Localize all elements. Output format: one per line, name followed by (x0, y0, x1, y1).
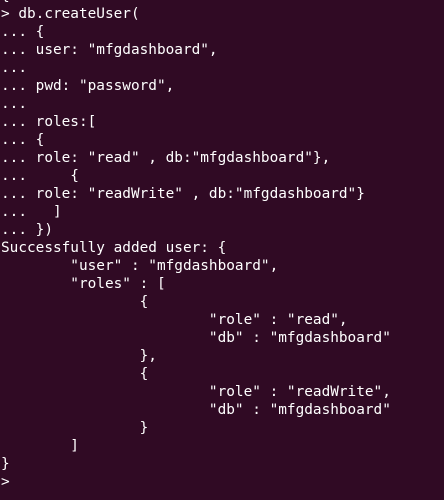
result-line: { (1, 366, 149, 382)
continuation-line: ... role: "read" , db:"mfgdashboard"}, (1, 150, 331, 166)
text-cursor (18, 473, 26, 488)
continuation-line: ... role: "readWrite" , db:"mfgdashboard… (1, 186, 365, 202)
continuation-line: ... pwd: "password", (1, 78, 175, 94)
shell-prompt: > (1, 474, 19, 490)
continuation-line: ... (1, 96, 27, 112)
result-line: { (1, 294, 149, 310)
prompt-line[interactable]: > (1, 473, 391, 491)
continuation-line: ... ] (1, 204, 62, 220)
result-line: "role" : "readWrite", (1, 384, 391, 400)
result-line: "roles" : [ (1, 276, 166, 292)
continuation-line: ... { (1, 168, 79, 184)
result-line: "user" : "mfgdashboard", (1, 258, 279, 274)
terminal-output: {... > db.createUser( ... { ... user: "m… (1, 0, 391, 491)
result-line: ] (1, 438, 79, 454)
terminal-window[interactable]: {... > db.createUser( ... { ... user: "m… (0, 0, 444, 500)
continuation-line: ... roles:[ (1, 114, 97, 130)
continuation-line: ... { (1, 24, 45, 40)
continuation-line: ... (1, 60, 27, 76)
command-line: > db.createUser( (1, 6, 140, 22)
result-line: } (1, 420, 149, 436)
continuation-line: ... { (1, 132, 45, 148)
result-line: "role" : "read", (1, 312, 348, 328)
result-line: "db" : "mfgdashboard" (1, 330, 391, 346)
result-line: }, (1, 348, 157, 364)
result-line: "db" : "mfgdashboard" (1, 402, 391, 418)
result-line: } (1, 456, 10, 472)
continuation-line: ... user: "mfgdashboard", (1, 42, 218, 58)
result-line: Successfully added user: { (1, 240, 227, 256)
continuation-line: ... }) (1, 222, 53, 238)
